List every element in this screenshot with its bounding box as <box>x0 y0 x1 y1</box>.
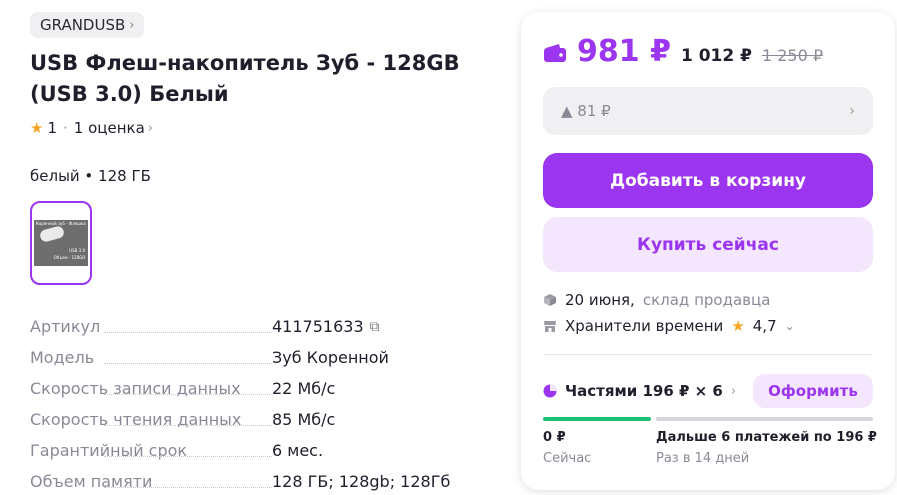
chevron-right-icon: › <box>129 17 135 33</box>
pie-chart-icon <box>543 384 557 398</box>
spec-label: Объем памяти <box>30 472 153 491</box>
spec-leader <box>104 394 272 395</box>
article-number: 411751633 <box>272 317 364 336</box>
chevron-right-icon: › <box>730 383 737 399</box>
spec-leader <box>104 425 272 426</box>
thumbnail-caption-top: Коренной зуб - Флешка <box>36 221 86 226</box>
pay-now-label: Сейчас <box>543 451 592 466</box>
spec-value: Зуб Коренной <box>272 348 389 367</box>
rating-value: 1 <box>47 119 57 137</box>
checkout-button[interactable]: Оформить <box>753 374 873 408</box>
seller-name: Хранители времени <box>565 317 724 335</box>
installments-row: Частями 196 ₽ × 6 › Оформить <box>543 374 873 408</box>
divider <box>543 354 873 355</box>
delivery-source: склад продавца <box>642 291 771 309</box>
spec-value: 85 Мб/с <box>272 410 336 429</box>
spec-row: Объем памяти 128 ГБ; 128gb; 128Гб <box>30 469 500 495</box>
price-with-wallet: 981 ₽ <box>577 34 671 69</box>
seller-rating: 4,7 <box>752 317 777 335</box>
spec-value: 128 ГБ; 128gb; 128Гб <box>272 472 451 491</box>
pay-later-label: Раз в 14 дней <box>656 451 750 466</box>
thumbnail-caption-bottom: Объем - 128GB <box>53 255 85 260</box>
usb-stick-shape <box>38 225 66 243</box>
buy-now-button[interactable]: Купить сейчас <box>543 217 873 272</box>
installment-progress-now <box>543 417 651 421</box>
spec-leader <box>104 332 272 333</box>
installments-link[interactable]: Частями 196 ₽ × 6 › <box>543 382 736 400</box>
copy-icon[interactable]: ⧉ <box>370 319 380 335</box>
rating-summary[interactable]: ★ 1 · 1 оценка › <box>30 119 153 137</box>
spec-label: Скорость записи данных <box>30 379 241 398</box>
variant-thumbnail[interactable]: Коренной зуб - Флешка USB 3.0 Объем - 12… <box>30 201 92 285</box>
box-icon <box>544 294 556 306</box>
selected-variant: белый • 128 ГБ <box>30 167 151 185</box>
spec-value: 411751633 ⧉ <box>272 317 380 336</box>
installments-label: Частями 196 ₽ × 6 <box>565 382 723 400</box>
pay-later-amount: Дальше 6 платежей по 196 ₽ <box>656 430 877 445</box>
rating-count: 1 оценка <box>73 119 145 137</box>
thumbnail-caption-mid: USB 3.0 <box>69 248 85 253</box>
bonus-amount: ▲ 81 ₽ <box>561 102 611 120</box>
price-old: 1 250 ₽ <box>761 46 824 65</box>
store-icon <box>544 321 556 332</box>
chevron-down-icon: ⌄ <box>784 319 795 333</box>
spec-value: 22 Мб/с <box>272 379 336 398</box>
spec-value: 6 мес. <box>272 441 324 460</box>
chevron-right-icon: › <box>147 120 153 136</box>
spec-label: Скорость чтения данных <box>30 410 242 429</box>
spec-label: Гарантийный срок <box>30 441 188 460</box>
product-image: Коренной зуб - Флешка USB 3.0 Объем - 12… <box>34 220 88 266</box>
pay-now-amount: 0 ₽ <box>543 430 566 445</box>
delivery-info: 20 июня, склад продавца <box>543 291 770 309</box>
star-icon: ★ <box>30 119 44 137</box>
spec-row: Артикул 411751633 ⧉ <box>30 314 500 345</box>
spec-row: Скорость записи данных 22 Мб/с <box>30 376 500 407</box>
spec-row: Скорость чтения данных 85 Мб/с <box>30 407 500 438</box>
spec-row: Гарантийный срок 6 мес. <box>30 438 500 469</box>
spec-label: Артикул <box>30 317 101 336</box>
brand-label: GRANDUSB <box>40 16 126 34</box>
spec-leader <box>104 363 272 364</box>
specs-list: Артикул 411751633 ⧉ Модель Зуб Коренной … <box>30 314 500 495</box>
product-title: USB Флеш-накопитель Зуб - 128GB (USB 3.0… <box>30 51 460 106</box>
brand-chip[interactable]: GRANDUSB › <box>30 12 145 38</box>
buy-card: 981 ₽ 1 012 ₽ 1 250 ₽ ▲ 81 ₽ › Добавить … <box>521 12 895 490</box>
price-row: 981 ₽ 1 012 ₽ 1 250 ₽ <box>543 34 823 69</box>
chevron-right-icon: › <box>849 103 855 119</box>
spec-label: Модель <box>30 348 95 367</box>
star-icon: ★ <box>731 317 745 335</box>
spec-row: Модель Зуб Коренной <box>30 345 500 376</box>
add-to-cart-button[interactable]: Добавить в корзину <box>543 153 873 208</box>
spec-leader <box>104 487 272 488</box>
price-regular: 1 012 ₽ <box>680 46 752 66</box>
delivery-date: 20 июня, <box>565 291 635 309</box>
rating-separator: · <box>63 119 68 137</box>
spec-leader <box>104 456 272 457</box>
seller-info[interactable]: Хранители времени ★ 4,7 ⌄ <box>543 317 795 335</box>
wallet-icon <box>544 44 566 62</box>
bonus-row[interactable]: ▲ 81 ₽ › <box>543 87 873 135</box>
installment-progress-later <box>656 417 873 421</box>
